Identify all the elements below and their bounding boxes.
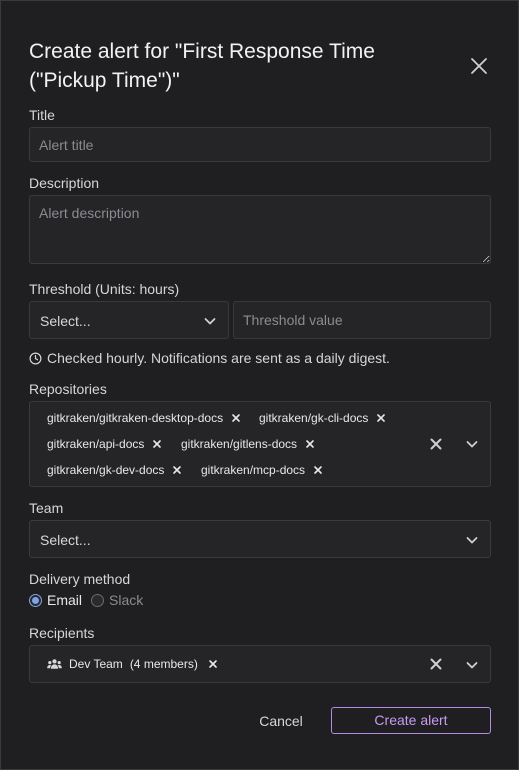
repository-chip-label: gitkraken/gk-dev-docs [47,463,165,477]
recipient-chip: Dev Team (4 members) [47,654,218,674]
recipient-chip-count: (4 members) [129,657,198,671]
radio-slack-label[interactable]: Slack [109,592,143,608]
schedule-info-text: Checked hourly. Notifications are sent a… [47,350,390,366]
repository-chip: gitkraken/gitlens-docs [181,434,315,454]
repository-chip-label: gitkraken/api-docs [47,437,145,451]
radio-email[interactable] [29,593,42,607]
clear-all-icon[interactable] [429,437,443,451]
chevron-down-icon [204,318,216,325]
repositories-label: Repositories [29,381,107,397]
radio-slack[interactable] [91,593,105,607]
remove-chip-icon[interactable] [376,413,386,423]
repository-chip-label: gitkraken/gitkraken-desktop-docs [47,411,224,425]
repository-chip: gitkraken/mcp-docs [201,460,323,480]
threshold-value-input[interactable] [233,301,491,339]
repositories-multiselect[interactable]: gitkraken/gitkraken-desktop-docs gitkrak… [29,401,491,487]
create-alert-dialog: Create alert for "First Response Time ("… [0,0,519,770]
repository-chip-label: gitkraken/mcp-docs [201,463,306,477]
team-label: Team [29,500,64,516]
repository-chip: gitkraken/gk-dev-docs [47,460,182,480]
repository-chip: gitkraken/gitkraken-desktop-docs [47,408,241,428]
recipient-chip-name: Dev Team [69,657,123,671]
delivery-method-label: Delivery method [29,571,131,587]
remove-chip-icon[interactable] [305,439,315,449]
description-textarea[interactable] [29,195,491,264]
recipients-multiselect[interactable]: Dev Team (4 members) [29,645,491,683]
remove-chip-icon[interactable] [313,465,323,475]
users-icon [47,659,62,669]
remove-chip-icon[interactable] [172,465,182,475]
recipients-label: Recipients [29,625,95,641]
radio-email-label[interactable]: Email [47,592,82,608]
close-icon[interactable] [467,54,491,78]
threshold-label: Threshold (Units: hours) [29,281,180,297]
team-select[interactable]: Select... [29,520,491,558]
chevron-down-icon [466,537,478,544]
clock-icon [29,352,42,364]
repository-chip-label: gitkraken/gitlens-docs [181,437,298,451]
remove-chip-icon[interactable] [152,439,162,449]
repository-chip: gitkraken/api-docs [47,434,162,454]
schedule-info: Checked hourly. Notifications are sent a… [29,350,390,366]
chevron-down-icon[interactable] [464,657,480,673]
cancel-button[interactable]: Cancel [247,709,315,733]
dialog-title: Create alert for "First Response Time ("… [29,40,375,92]
description-label: Description [29,175,100,191]
create-alert-button[interactable]: Create alert [331,707,491,734]
remove-chip-icon[interactable] [208,659,218,669]
remove-chip-icon[interactable] [231,413,241,423]
threshold-operator-select[interactable]: Select... [29,301,229,339]
delivery-method-group: Email Slack [29,592,152,608]
threshold-select-value: Select... [40,313,91,329]
title-input[interactable] [29,127,491,162]
repository-chip: gitkraken/gk-cli-docs [259,408,386,428]
clear-all-icon[interactable] [429,657,443,671]
chevron-down-icon[interactable] [464,436,480,452]
title-label: Title [29,107,55,123]
repository-chip-label: gitkraken/gk-cli-docs [259,411,369,425]
team-select-value: Select... [40,532,91,548]
